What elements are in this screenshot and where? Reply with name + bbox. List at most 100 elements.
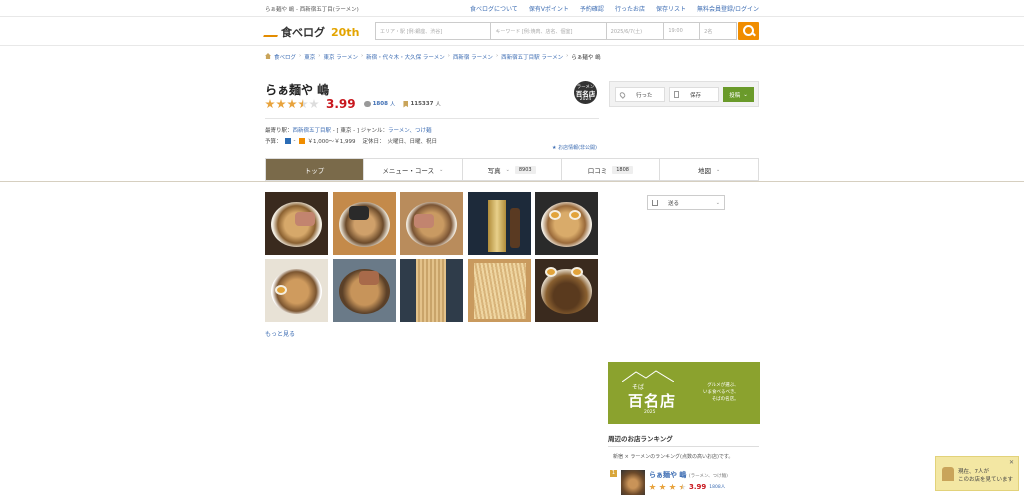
tab-map[interactable]: 地図 ⌄	[660, 159, 758, 180]
banner-copy-line: いま食べるべき、	[703, 390, 739, 395]
about-link[interactable]: 食べログについて	[470, 4, 518, 13]
share-label: 送る	[668, 200, 680, 207]
reservation-link[interactable]: 予約確認	[580, 4, 604, 13]
breadcrumb-item[interactable]: 新宿・代々木・大久保 ラーメン	[366, 53, 445, 61]
shop-name: らぁ麺や 嶋	[265, 83, 330, 97]
hyakumeiten-badge: ラーメン 百名店 2024	[574, 81, 597, 104]
login-link[interactable]: 無料会員登録/ログイン	[697, 4, 759, 13]
ranking-thumb[interactable]	[621, 470, 645, 495]
banner-copy-line: グルメが選ぶ、	[707, 383, 739, 388]
vpoint-link[interactable]: 保有Vポイント	[529, 4, 569, 13]
genre-link[interactable]: ラーメン、つけ麺	[388, 128, 431, 134]
breadcrumb-item[interactable]: 西新宿 ラーメン	[453, 53, 493, 61]
action-box: 行った 保存 投稿 ⌄	[609, 81, 759, 107]
soba-hyakumeiten-banner[interactable]: そば 百名店 2025 グルメが選ぶ、 いま食べるべき、 そばの名店。	[608, 362, 760, 424]
tab-underline	[0, 181, 1024, 182]
search-fields: エリア・駅 [例:銀座、渋谷] キーワード [例:焼肉、店名、個室] 2025/…	[375, 22, 737, 40]
coupon-link[interactable]: ★ お店情報(非公開)	[552, 144, 597, 151]
viewers-icon	[942, 467, 954, 481]
station-label: 最寄り駅：	[265, 128, 293, 134]
score: 3.99	[326, 97, 356, 111]
review-unit: 人	[389, 102, 396, 108]
save-number: 115337	[410, 101, 434, 107]
toast-line2: このお店を見ています	[958, 477, 1014, 483]
photo-thumb[interactable]	[332, 259, 396, 322]
share-dropdown[interactable]: 送る ⌄	[647, 195, 725, 210]
station-link[interactable]: 西新宿五丁目駅	[293, 128, 332, 134]
shop-tabs: トップ メニュー・コース ⌄ 写真 ⌄ 8903 口コミ 1808 地図 ⌄	[265, 158, 759, 181]
more-photos-link[interactable]: もっと見る	[265, 329, 295, 338]
top-bar: らぁ麺や 嶋 - 西新宿五丁目(ラーメン) 食べログについて 保有Vポイント 予…	[0, 0, 1024, 17]
station-genre-info: 最寄り駅：西新宿五丁目駅 - [ 東京 - ] ジャンル：ラーメン、つけ麺	[265, 126, 431, 134]
star-half-icon	[679, 483, 686, 490]
star-icon	[287, 99, 297, 109]
budget-dinner: -	[293, 138, 296, 144]
keyword-input[interactable]: キーワード [例:焼肉、店名、個室]	[491, 23, 607, 39]
review-count[interactable]: 1808 人	[363, 100, 396, 108]
photo-thumb[interactable]	[535, 259, 598, 322]
tab-photos[interactable]: 写真 ⌄ 8903	[463, 159, 562, 180]
tab-menu[interactable]: メニュー・コース ⌄	[364, 159, 463, 180]
saved-list-link[interactable]: 保存リスト	[656, 4, 686, 13]
went-link[interactable]: 行ったお店	[615, 4, 645, 13]
photo-thumb[interactable]	[400, 259, 463, 322]
date-select[interactable]: 2025/6/7(土)	[607, 23, 665, 39]
photo-thumb[interactable]	[467, 192, 531, 255]
save-button[interactable]: 保存	[669, 87, 719, 102]
save-unit: 人	[435, 102, 441, 108]
breadcrumb-current: らぁ麺や 嶋	[571, 55, 601, 61]
ranking-shop-name[interactable]: らぁ麺や 嶋 (ラーメン、つけ麺)	[649, 470, 728, 480]
area-input[interactable]: エリア・駅 [例:銀座、渋谷]	[376, 23, 492, 39]
logo-20th-badge: 20th	[331, 25, 360, 39]
people-select[interactable]: 2名	[700, 23, 736, 39]
photo-thumb[interactable]	[265, 259, 328, 322]
photo-thumb[interactable]	[400, 192, 463, 255]
post-button[interactable]: 投稿 ⌄	[723, 87, 754, 102]
share-icon	[652, 199, 658, 206]
breadcrumb-item[interactable]: 西新宿五丁目駅 ラーメン	[501, 53, 563, 61]
star-icon	[649, 483, 656, 490]
chevron-down-icon: ⌄	[715, 199, 720, 206]
photo-grid	[265, 192, 599, 322]
close-icon[interactable]: ✕	[1009, 459, 1014, 466]
time-select[interactable]: 19:00	[664, 23, 701, 39]
budget-label: 予算：	[265, 139, 282, 145]
logo-text: 食べログ	[281, 26, 325, 39]
rank-number: 1	[610, 470, 617, 477]
photo-thumb[interactable]	[265, 192, 328, 255]
photo-thumb[interactable]	[467, 259, 531, 322]
photo-thumb[interactable]	[332, 192, 396, 255]
ranking-genre: (ラーメン、つけ麺)	[688, 474, 728, 479]
review-tab-count: 1808	[612, 165, 633, 174]
post-label: 投稿	[729, 92, 741, 99]
search-button[interactable]	[738, 22, 759, 40]
banner-year: 2025	[644, 410, 656, 415]
review-number: 1808	[372, 101, 388, 107]
ranking-name-text: らぁ麺や 嶋	[649, 471, 687, 479]
top-links: 食べログについて 保有Vポイント 予約確認 行ったお店 保存リスト 無料会員登録…	[470, 4, 759, 13]
mountain-icon	[622, 370, 674, 382]
chopsticks-icon	[263, 27, 281, 37]
ranking-rating: 3.99 1808人	[649, 483, 728, 491]
holiday: 火曜日、日曜、祝日	[387, 139, 438, 145]
bookmark-icon	[403, 100, 409, 108]
logo[interactable]: 食べログ 20th	[263, 24, 360, 40]
banner-main: 百名店	[628, 392, 677, 410]
lunch-icon	[298, 138, 305, 144]
tab-label: 写真	[487, 166, 501, 175]
dinner-icon	[284, 138, 291, 144]
breadcrumb-item[interactable]: 食べログ	[274, 53, 296, 61]
ranking-item[interactable]: 1 らぁ麺や 嶋 (ラーメン、つけ麺) 3.99 1808人	[610, 470, 728, 495]
went-button[interactable]: 行った	[615, 87, 665, 102]
breadcrumb-item[interactable]: 東京 ラーメン	[323, 53, 358, 61]
comment-icon	[363, 101, 371, 107]
photo-thumb[interactable]	[535, 192, 598, 255]
tab-top[interactable]: トップ	[266, 159, 364, 180]
tab-reviews[interactable]: 口コミ 1808	[562, 159, 661, 180]
tab-label: 地図	[698, 166, 712, 175]
breadcrumb-item[interactable]: 東京	[304, 53, 315, 61]
tab-label: 口コミ	[587, 166, 608, 175]
toast-line1: 現在、7人が	[958, 469, 989, 475]
station-extra: - [ 東京 - ] ジャンル：	[331, 128, 389, 134]
ranking-reviews: 1808人	[709, 485, 726, 490]
